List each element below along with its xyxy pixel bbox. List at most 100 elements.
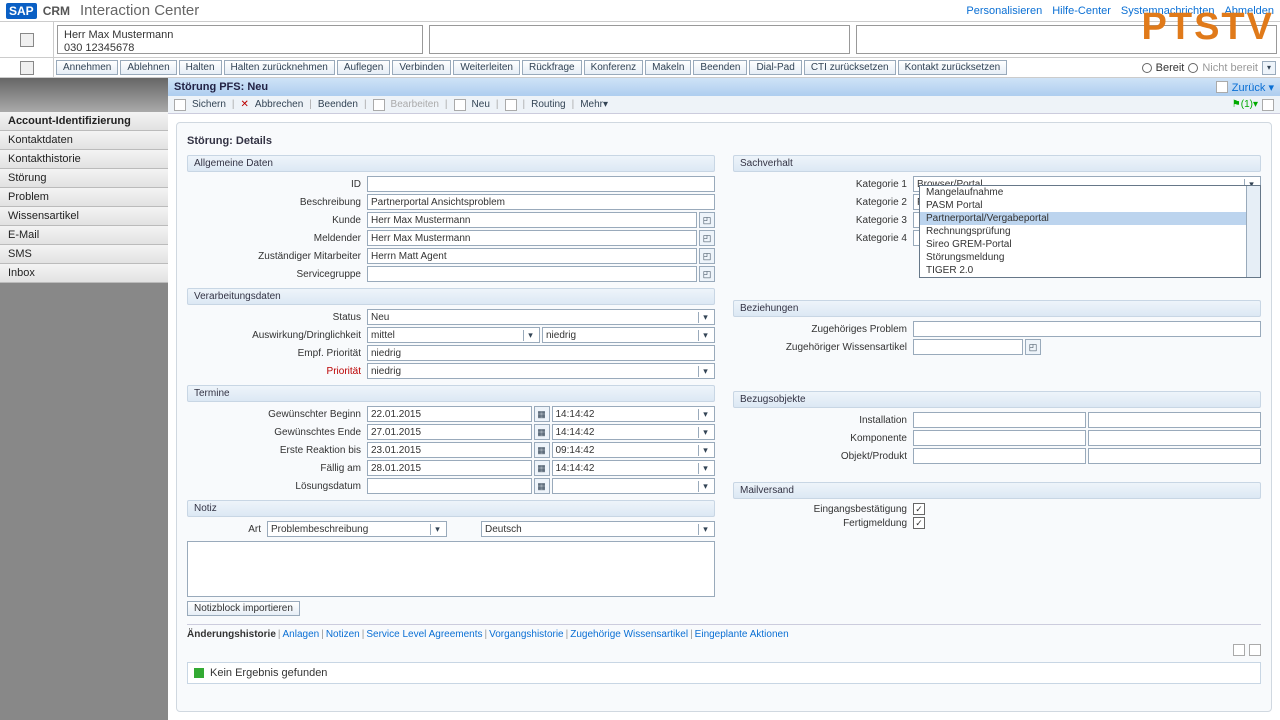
call-btn-7[interactable]: Rückfrage [522,60,582,75]
dd-option-0[interactable]: Mangelaufnahme [920,186,1260,199]
tab-6[interactable]: Eingeplante Aktionen [695,629,789,640]
save-button[interactable]: Sichern [192,99,226,110]
fld-zust[interactable] [367,248,697,264]
call-btn-2[interactable]: Halten [179,60,222,75]
dd-option-6[interactable]: TIGER 2.0 [920,264,1260,277]
chk-eb[interactable]: ✓ [913,503,925,515]
fld-ld-d[interactable] [367,478,532,494]
sidebar-item-2[interactable]: Kontakthistorie [0,150,168,169]
fld-ge-d[interactable] [367,424,532,440]
fld-ge-t[interactable]: 14:14:42▾ [552,424,716,440]
fld-komp2[interactable] [1088,430,1261,446]
sel-ausw2[interactable]: niedrig▾ [542,327,715,343]
chk-fm[interactable]: ✓ [913,517,925,529]
tab-0[interactable]: Änderungshistorie [187,629,276,640]
dd-option-5[interactable]: Störungsmeldung [920,251,1260,264]
call-btn-9[interactable]: Makeln [645,60,691,75]
notes-textarea[interactable] [187,541,715,597]
link-help[interactable]: Hilfe-Center [1052,5,1111,17]
cal-er[interactable]: ▦ [534,442,550,458]
fld-inst1[interactable] [913,412,1086,428]
call-btn-1[interactable]: Ablehnen [120,60,176,75]
fld-komp1[interactable] [913,430,1086,446]
tab-5[interactable]: Zugehörige Wissensartikel [570,629,688,640]
pick-sg[interactable]: ◰ [699,266,715,282]
settings-icon[interactable] [1249,644,1261,656]
new-icon[interactable] [454,99,466,111]
fld-ld-t[interactable]: ▾ [552,478,716,494]
call-btn-8[interactable]: Konferenz [584,60,644,75]
new-button[interactable]: Neu [472,99,490,110]
routing-button[interactable]: Routing [531,99,565,110]
dropdown-scrollbar[interactable] [1246,186,1260,277]
sidebar-item-4[interactable]: Problem [0,188,168,207]
call-btn-4[interactable]: Auflegen [337,60,390,75]
cal-ld[interactable]: ▦ [534,478,550,494]
call-btn-0[interactable]: Annehmen [56,60,118,75]
finish-button[interactable]: Beenden [318,99,358,110]
tab-2[interactable]: Notizen [326,629,360,640]
sel-art[interactable]: Problembeschreibung▾ [267,521,447,537]
dd-option-3[interactable]: Rechnungsprüfung [920,225,1260,238]
radio-notready[interactable] [1188,63,1198,73]
account-info[interactable]: Herr Max Mustermann 030 12345678 [57,25,423,54]
fld-obj1[interactable] [913,448,1086,464]
sidebar-item-8[interactable]: Inbox [0,264,168,283]
fld-gb-t[interactable]: 14:14:42▾ [552,406,716,422]
fld-gb-d[interactable] [367,406,532,422]
more-button[interactable]: Mehr▾ [580,99,608,110]
fld-er-t[interactable]: 09:14:42▾ [552,442,716,458]
cancel-button[interactable]: Abbrechen [255,99,303,110]
print-icon[interactable] [1262,99,1274,111]
cancel-icon[interactable]: ✕ [241,99,249,110]
fld-inst2[interactable] [1088,412,1261,428]
pick-zw[interactable]: ◰ [1025,339,1041,355]
call-btn-11[interactable]: Dial-Pad [749,60,801,75]
sidebar-item-1[interactable]: Kontaktdaten [0,131,168,150]
call-btn-5[interactable]: Verbinden [392,60,451,75]
sel-status[interactable]: Neu▾ [367,309,715,325]
fld-fa-t[interactable]: 14:14:42▾ [552,460,716,476]
fld-id[interactable] [367,176,715,192]
call-btn-6[interactable]: Weiterleiten [453,60,520,75]
sidebar-item-5[interactable]: Wissensartikel [0,207,168,226]
dd-option-2[interactable]: Partnerportal/Vergabeportal [920,212,1260,225]
link-personalize[interactable]: Personalisieren [966,5,1042,17]
sidebar-item-3[interactable]: Störung [0,169,168,188]
link-logoff[interactable]: Abmelden [1224,5,1274,17]
cal-ge[interactable]: ▦ [534,424,550,440]
pick-kunde[interactable]: ◰ [699,212,715,228]
pick-zust[interactable]: ◰ [699,248,715,264]
status-dropdown[interactable]: ▾ [1262,61,1276,75]
sidebar-item-7[interactable]: SMS [0,245,168,264]
fld-zw[interactable] [913,339,1023,355]
tab-3[interactable]: Service Level Agreements [366,629,482,640]
import-notes-button[interactable]: Notizblock importieren [187,601,300,616]
sel-lang[interactable]: Deutsch▾ [481,521,715,537]
radio-ready[interactable] [1142,63,1152,73]
back-link[interactable]: Zurück ▾ [1232,81,1274,94]
sel-ausw1[interactable]: mittel▾ [367,327,540,343]
call-btn-3[interactable]: Halten zurücknehmen [224,60,335,75]
dd-option-1[interactable]: PASM Portal [920,199,1260,212]
scratch-area-2[interactable] [856,25,1277,54]
link-sysmsg[interactable]: Systemnachrichten [1121,5,1215,17]
fld-obj2[interactable] [1088,448,1261,464]
call-btn-10[interactable]: Beenden [693,60,747,75]
fld-sg[interactable] [367,266,697,282]
fld-er-d[interactable] [367,442,532,458]
fld-zp[interactable] [913,321,1261,337]
tab-1[interactable]: Anlagen [283,629,320,640]
sidebar-item-0[interactable]: Account-Identifizierung [0,112,168,131]
pick-meld[interactable]: ◰ [699,230,715,246]
sel-prio[interactable]: niedrig▾ [367,363,715,379]
badge[interactable]: ⚑(1)▾ [1232,99,1258,111]
tab-4[interactable]: Vorgangshistorie [489,629,564,640]
export-icon[interactable] [1233,644,1245,656]
doc-icon[interactable] [505,99,517,111]
fld-fa-d[interactable] [367,460,532,476]
cal-fa[interactable]: ▦ [534,460,550,476]
fld-meld[interactable] [367,230,697,246]
cal-gb[interactable]: ▦ [534,406,550,422]
call-btn-12[interactable]: CTI zurücksetzen [804,60,896,75]
